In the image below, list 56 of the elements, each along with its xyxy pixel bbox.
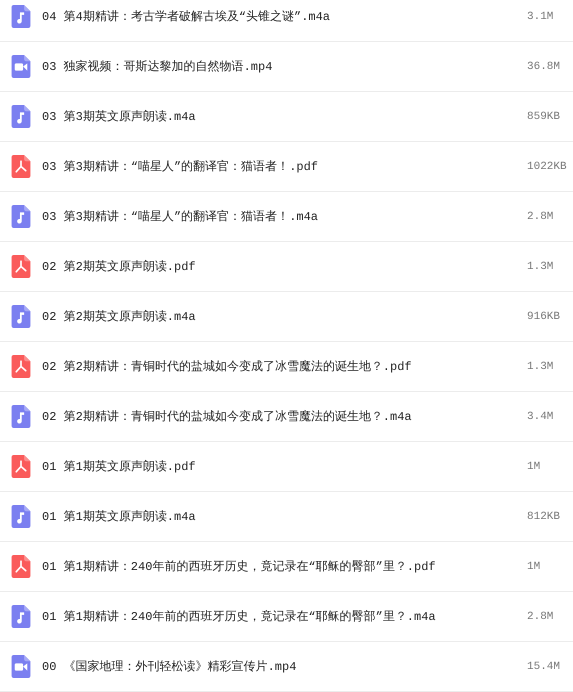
file-size: 1.3M	[527, 260, 554, 272]
pdf-file-icon	[10, 355, 32, 378]
file-row[interactable]: 03 第3期精讲：“喵星人”的翻译官：猫语者！.pdf 1022KB	[0, 142, 573, 192]
file-size: 15.4M	[527, 660, 562, 672]
file-name: 02 第2期精讲：青铜时代的盐城如今变成了冰雪魔法的诞生地？.pdf	[42, 359, 413, 375]
file-row[interactable]: 01 第1期英文原声朗读.m4a 812KB	[0, 492, 573, 542]
file-name: 03 第3期精讲：“喵星人”的翻译官：猫语者！.pdf	[42, 159, 320, 175]
file-size: 916KB	[527, 310, 562, 322]
file-name: 02 第2期英文原声朗读.m4a	[42, 308, 197, 325]
video-file-icon	[10, 55, 32, 78]
file-row[interactable]: 03 独家视频：哥斯达黎加的自然物语.mp4 36.8M	[0, 42, 573, 92]
file-name: 03 第3期英文原声朗读.m4a	[42, 108, 197, 125]
file-size: 36.8M	[527, 60, 562, 72]
file-row[interactable]: 03 第3期英文原声朗读.m4a 859KB	[0, 92, 573, 142]
file-row[interactable]: 03 第3期精讲：“喵星人”的翻译官：猫语者！.m4a 2.8M	[0, 192, 573, 242]
file-size: 2.8M	[527, 610, 554, 622]
music-file-icon	[10, 305, 32, 328]
file-name: 02 第2期精讲：青铜时代的盐城如今变成了冰雪魔法的诞生地？.m4a	[42, 409, 413, 425]
music-file-icon	[10, 405, 32, 428]
file-row[interactable]: 02 第2期英文原声朗读.m4a 916KB	[0, 292, 573, 342]
file-name: 03 第3期精讲：“喵星人”的翻译官：猫语者！.m4a	[42, 209, 320, 225]
file-size: 1022KB	[527, 160, 568, 172]
file-row[interactable]: 00 《国家地理：外刊轻松读》精彩宣传片.mp4 15.4M	[0, 642, 573, 692]
file-name: 02 第2期英文原声朗读.pdf	[42, 258, 197, 275]
music-file-icon	[10, 605, 32, 628]
pdf-file-icon	[10, 155, 32, 178]
file-row[interactable]: 02 第2期英文原声朗读.pdf 1.3M	[0, 242, 573, 292]
pdf-file-icon	[10, 255, 32, 278]
file-size: 2.8M	[527, 210, 554, 222]
file-row[interactable]: 02 第2期精讲：青铜时代的盐城如今变成了冰雪魔法的诞生地？.m4a 3.4M	[0, 392, 573, 442]
file-name: 01 第1期英文原声朗读.m4a	[42, 508, 197, 525]
file-row[interactable]: 01 第1期精讲：240年前的西班牙历史，竟记录在“耶稣的臀部”里？.m4a 2.8M	[0, 592, 573, 642]
file-size: 3.1M	[527, 10, 554, 22]
file-size: 859KB	[527, 110, 562, 122]
music-file-icon	[10, 205, 32, 228]
file-name: 04 第4期精讲：考古学者破解古埃及“头锥之谜”.m4a	[42, 9, 332, 25]
file-name: 01 第1期精讲：240年前的西班牙历史，竟记录在“耶稣的臀部”里？.pdf	[42, 559, 437, 575]
pdf-file-icon	[10, 455, 32, 478]
video-file-icon	[10, 655, 32, 678]
file-size: 812KB	[527, 510, 562, 522]
music-file-icon	[10, 105, 32, 128]
music-file-icon	[10, 505, 32, 528]
file-row[interactable]: 04 第4期精讲：考古学者破解古埃及“头锥之谜”.m4a 3.1M	[0, 0, 573, 42]
file-size: 1M	[527, 560, 542, 572]
file-row[interactable]: 01 第1期英文原声朗读.pdf 1M	[0, 442, 573, 492]
file-name: 01 第1期精讲：240年前的西班牙历史，竟记录在“耶稣的臀部”里？.m4a	[42, 609, 437, 625]
music-file-icon	[10, 5, 32, 28]
file-size: 1M	[527, 460, 542, 472]
file-row[interactable]: 02 第2期精讲：青铜时代的盐城如今变成了冰雪魔法的诞生地？.pdf 1.3M	[0, 342, 573, 392]
file-name: 00 《国家地理：外刊轻松读》精彩宣传片.mp4	[42, 658, 298, 675]
file-name: 01 第1期英文原声朗读.pdf	[42, 458, 197, 475]
file-size: 3.4M	[527, 410, 554, 422]
pdf-file-icon	[10, 555, 32, 578]
file-row[interactable]: 01 第1期精讲：240年前的西班牙历史，竟记录在“耶稣的臀部”里？.pdf 1M	[0, 542, 573, 592]
file-size: 1.3M	[527, 360, 554, 372]
file-name: 03 独家视频：哥斯达黎加的自然物语.mp4	[42, 58, 274, 75]
